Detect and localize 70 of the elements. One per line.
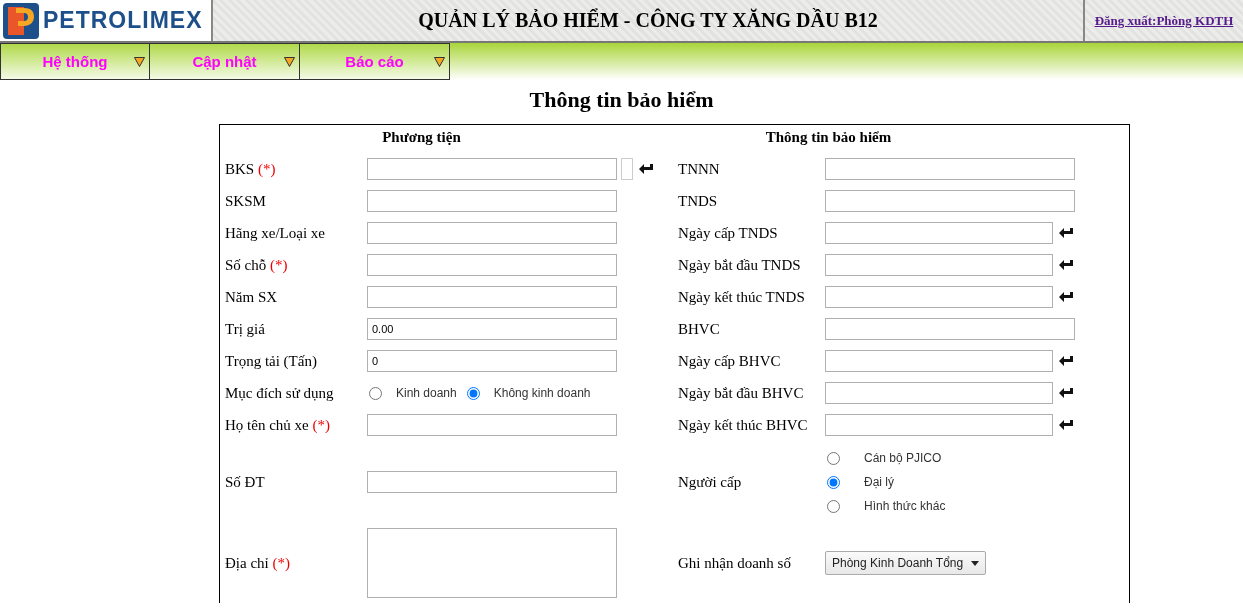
field-label: Người cấp (678, 473, 742, 491)
field-label: Trọng tải (Tấn) (225, 352, 317, 370)
field-label: Họ tên chủ xe (*) (225, 416, 330, 434)
dropdown-triangle-icon (134, 57, 145, 67)
radio-button[interactable] (369, 386, 382, 400)
date-field[interactable] (825, 286, 1053, 308)
field-label: SKSM (225, 192, 266, 210)
date-field[interactable] (825, 350, 1053, 372)
field-label: Số ĐT (225, 473, 265, 491)
field-label: BKS (*) (225, 160, 276, 178)
app-title: QUẢN LÝ BẢO HIỂM - CÔNG TY XĂNG DẦU B12 (418, 9, 878, 32)
text-field[interactable] (825, 318, 1075, 340)
text-field[interactable] (367, 190, 617, 212)
text-field[interactable] (367, 158, 617, 180)
field-label: TNNN (678, 160, 720, 178)
field-label: BHVC (678, 320, 720, 338)
text-field[interactable] (367, 414, 617, 436)
return-arrow-icon[interactable] (1059, 228, 1073, 238)
text-field[interactable] (825, 158, 1075, 180)
small-field[interactable] (621, 158, 633, 180)
radio-button[interactable] (827, 451, 840, 465)
text-field[interactable]: 0.00 (367, 318, 617, 340)
date-field[interactable] (825, 382, 1053, 404)
field-label: Ngày bắt đầu BHVC (678, 384, 804, 402)
dropdown-triangle-icon (434, 57, 445, 67)
field-label: Ngày cấp TNDS (678, 224, 778, 242)
return-arrow-icon[interactable] (1059, 388, 1073, 398)
field-label: Trị giá (225, 320, 265, 338)
radio-button[interactable] (466, 386, 480, 400)
date-field[interactable] (825, 222, 1053, 244)
page-title: Thông tin bảo hiểm (529, 87, 714, 112)
field-label: Ghi nhận doanh số (678, 554, 791, 572)
dropdown-triangle-icon (284, 57, 295, 67)
field-label: Ngày bắt đầu TNDS (678, 256, 801, 274)
text-field[interactable] (825, 190, 1075, 212)
return-arrow-icon[interactable] (1059, 260, 1073, 270)
field-label: Ngày cấp BHVC (678, 352, 781, 370)
text-field[interactable]: 0 (367, 350, 617, 372)
return-arrow-icon[interactable] (1059, 292, 1073, 302)
radio-label: Kinh doanh (396, 386, 457, 400)
section-heading: Thông tin bảo hiểm (765, 129, 892, 145)
section-heading: Phương tiện (382, 129, 461, 145)
logo-icon (3, 2, 39, 39)
field-label: TNDS (678, 192, 718, 210)
return-arrow-icon[interactable] (639, 164, 653, 174)
text-field[interactable] (367, 286, 617, 308)
radio-button[interactable] (827, 499, 840, 513)
radio-button[interactable] (827, 475, 840, 489)
radio-label: Không kinh doanh (493, 386, 591, 400)
text-field[interactable] (367, 222, 617, 244)
field-label: Năm SX (225, 288, 278, 306)
date-field[interactable] (825, 254, 1053, 276)
radio-label: Cán bộ PJICO (864, 451, 942, 465)
logo: PETROLIMEX (0, 0, 213, 41)
field-label: Số chỗ (*) (225, 256, 288, 274)
text-field[interactable] (367, 471, 617, 493)
return-arrow-icon[interactable] (1059, 420, 1073, 430)
return-arrow-icon[interactable] (1059, 356, 1073, 366)
dropdown[interactable]: Phòng Kinh Doanh Tổng (825, 551, 987, 575)
radio-label: Hình thức khác (864, 499, 946, 513)
field-label: Địa chỉ (*) (225, 554, 290, 572)
field-label: Ngày kết thúc BHVC (678, 416, 808, 434)
caret-icon (971, 560, 980, 566)
address-field[interactable] (367, 528, 617, 598)
date-field[interactable] (825, 414, 1053, 436)
field-label: Hãng xe/Loại xe (225, 224, 325, 242)
text-field[interactable] (367, 254, 617, 276)
field-label: Mục đích sử dụng (225, 384, 334, 402)
field-label: Ngày kết thúc TNDS (678, 288, 805, 306)
radio-label: Đại lý (864, 475, 894, 489)
